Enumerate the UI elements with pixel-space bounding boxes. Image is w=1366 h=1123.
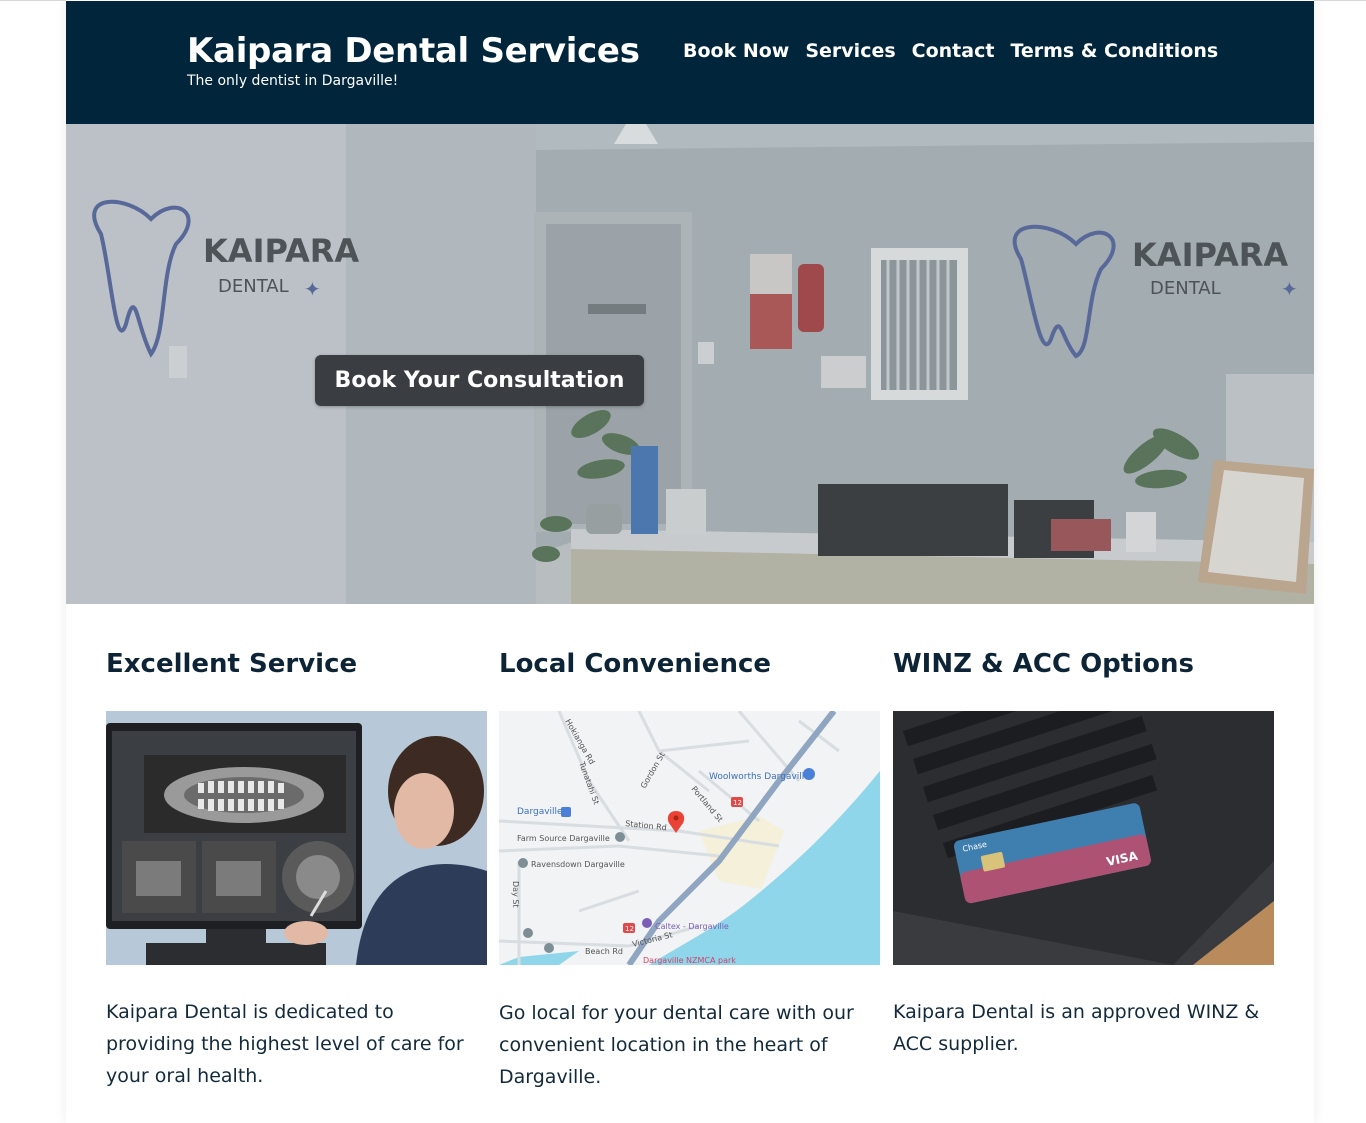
nav-services[interactable]: Services <box>805 37 895 65</box>
feature-title: Excellent Service <box>106 649 358 679</box>
feature-text: Kaipara Dental is dedicated to providing… <box>106 1001 464 1087</box>
feature-text: Kaipara Dental is an approved WINZ & ACC… <box>893 1001 1260 1055</box>
svg-text:Woolworths Dargaville: Woolworths Dargaville <box>709 772 810 782</box>
reception-photo: KAIPARA DENTAL ✦ KAIPARA DENTAL ✦ <box>66 124 1314 604</box>
svg-text:Day St: Day St <box>511 881 520 908</box>
page-container: Kaipara Dental Services The only dentist… <box>66 0 1314 1123</box>
svg-text:Dargaville: Dargaville <box>517 807 563 817</box>
site-header: Kaipara Dental Services The only dentist… <box>66 1 1314 124</box>
feature-text: Go local for your dental care with our c… <box>499 1002 854 1088</box>
map-image[interactable]: Woolworths Dargaville Dargaville Station… <box>499 711 880 965</box>
svg-text:12: 12 <box>625 925 634 933</box>
nav-terms-conditions[interactable]: Terms & Conditions <box>1010 37 1218 65</box>
main-nav: Book Now Services Contact Terms & Condit… <box>683 37 1218 65</box>
svg-text:Ravensdown Dargaville: Ravensdown Dargaville <box>531 860 625 869</box>
book-consultation-button[interactable]: Book Your Consultation <box>315 355 644 406</box>
svg-text:Beach Rd: Beach Rd <box>585 947 623 956</box>
site-tagline: The only dentist in Dargaville! <box>187 73 399 89</box>
svg-text:Caltex - Dargaville: Caltex - Dargaville <box>655 922 729 931</box>
svg-text:12: 12 <box>733 799 742 807</box>
feature-title: Local Convenience <box>499 649 771 679</box>
site-title[interactable]: Kaipara Dental Services <box>187 31 640 71</box>
credit-card-laptop-image: VISA Chase <box>893 711 1274 965</box>
dental-xray-monitor-image <box>106 711 487 965</box>
hero-banner: KAIPARA DENTAL ✦ KAIPARA DENTAL ✦ Book Y… <box>66 124 1314 604</box>
nav-contact[interactable]: Contact <box>912 37 995 65</box>
svg-text:Dargaville NZMCA park: Dargaville NZMCA park <box>643 956 736 965</box>
nav-book-now[interactable]: Book Now <box>683 37 789 65</box>
svg-text:Farm Source Dargaville: Farm Source Dargaville <box>517 834 610 843</box>
feature-title: WINZ & ACC Options <box>893 649 1194 679</box>
